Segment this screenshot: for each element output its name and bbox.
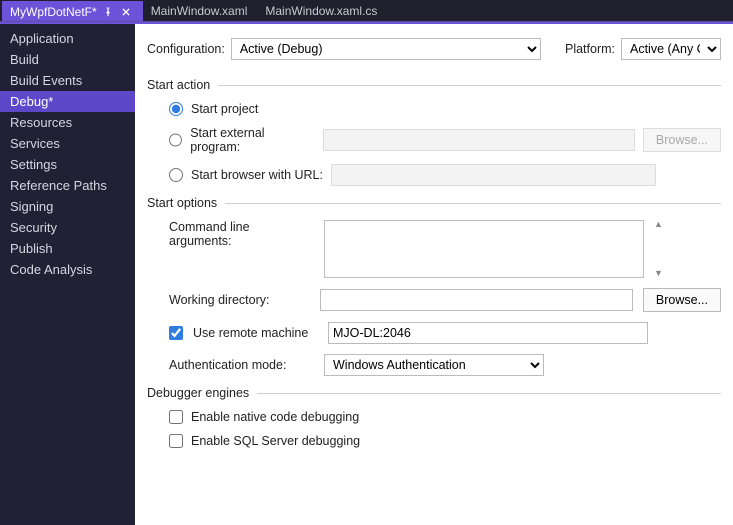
project-properties-window: MyWpfDotNetF* MainWindow.xaml MainWindow… <box>0 0 733 525</box>
sidebar-item-build-events[interactable]: Build Events <box>0 70 135 91</box>
tab-mainwindow-xaml-cs[interactable]: MainWindow.xaml.cs <box>257 1 387 21</box>
sidebar-item-reference-paths[interactable]: Reference Paths <box>0 175 135 196</box>
sidebar-item-services[interactable]: Services <box>0 133 135 154</box>
platform-label: Platform: <box>565 42 615 56</box>
cmd-args-label: Command line arguments: <box>169 220 314 248</box>
configuration-row: Configuration: Active (Debug) Platform: … <box>147 34 721 74</box>
radio-label: Start project <box>191 102 258 116</box>
debug-page: Configuration: Active (Debug) Platform: … <box>135 24 733 525</box>
section-start-action: Start action Start project Start externa… <box>147 78 721 186</box>
configuration-select[interactable]: Active (Debug) <box>231 38 541 60</box>
working-dir-label: Working directory: <box>169 293 310 307</box>
remote-machine-checkbox[interactable] <box>169 326 183 340</box>
platform-select[interactable]: Active (Any CPU) <box>621 38 721 60</box>
divider-line <box>225 203 721 204</box>
body: Application Build Build Events Debug* Re… <box>0 22 733 525</box>
remote-machine-input[interactable] <box>328 322 648 344</box>
divider-line <box>257 393 721 394</box>
radio-start-project[interactable] <box>169 102 183 116</box>
radio-start-external[interactable] <box>169 133 182 147</box>
sidebar-item-signing[interactable]: Signing <box>0 196 135 217</box>
auth-mode-label: Authentication mode: <box>169 358 314 372</box>
radio-start-browser[interactable] <box>169 168 183 182</box>
radio-label: Start external program: <box>190 126 315 154</box>
native-debug-checkbox[interactable] <box>169 410 183 424</box>
configuration-label: Configuration: <box>147 42 225 56</box>
section-debugger-engines: Debugger engines Enable native code debu… <box>147 386 721 448</box>
close-icon[interactable] <box>119 5 133 19</box>
sidebar-item-settings[interactable]: Settings <box>0 154 135 175</box>
tab-project-properties[interactable]: MyWpfDotNetF* <box>2 1 143 21</box>
browse-working-dir-button[interactable]: Browse... <box>643 288 721 312</box>
sidebar-item-debug[interactable]: Debug* <box>0 91 135 112</box>
divider-line <box>218 85 721 86</box>
tab-label: MyWpfDotNetF* <box>10 5 97 19</box>
browser-url-input[interactable] <box>331 164 656 186</box>
browse-external-button[interactable]: Browse... <box>643 128 721 152</box>
sql-debug-label: Enable SQL Server debugging <box>191 434 360 448</box>
pin-icon[interactable] <box>101 5 115 19</box>
tab-label: MainWindow.xaml <box>151 4 248 18</box>
section-start-options: Start options Command line arguments: ▲▼… <box>147 196 721 376</box>
sidebar-item-code-analysis[interactable]: Code Analysis <box>0 259 135 280</box>
radio-label: Start browser with URL: <box>191 168 323 182</box>
properties-sidebar: Application Build Build Events Debug* Re… <box>0 24 135 525</box>
section-title: Start options <box>147 196 217 210</box>
textarea-scroll-hints: ▲▼ <box>654 220 664 278</box>
native-debug-label: Enable native code debugging <box>191 410 359 424</box>
remote-machine-label: Use remote machine <box>193 326 318 340</box>
sql-debug-checkbox[interactable] <box>169 434 183 448</box>
external-program-input[interactable] <box>323 129 635 151</box>
document-tabbar: MyWpfDotNetF* MainWindow.xaml MainWindow… <box>0 0 733 22</box>
sidebar-item-publish[interactable]: Publish <box>0 238 135 259</box>
working-dir-input[interactable] <box>320 289 632 311</box>
section-title: Start action <box>147 78 210 92</box>
sidebar-item-resources[interactable]: Resources <box>0 112 135 133</box>
sidebar-item-application[interactable]: Application <box>0 28 135 49</box>
tab-label: MainWindow.xaml.cs <box>265 4 377 18</box>
auth-mode-select[interactable]: Windows Authentication <box>324 354 544 376</box>
sidebar-item-security[interactable]: Security <box>0 217 135 238</box>
sidebar-item-build[interactable]: Build <box>0 49 135 70</box>
cmd-args-input[interactable] <box>324 220 644 278</box>
section-title: Debugger engines <box>147 386 249 400</box>
tab-mainwindow-xaml[interactable]: MainWindow.xaml <box>143 1 258 21</box>
